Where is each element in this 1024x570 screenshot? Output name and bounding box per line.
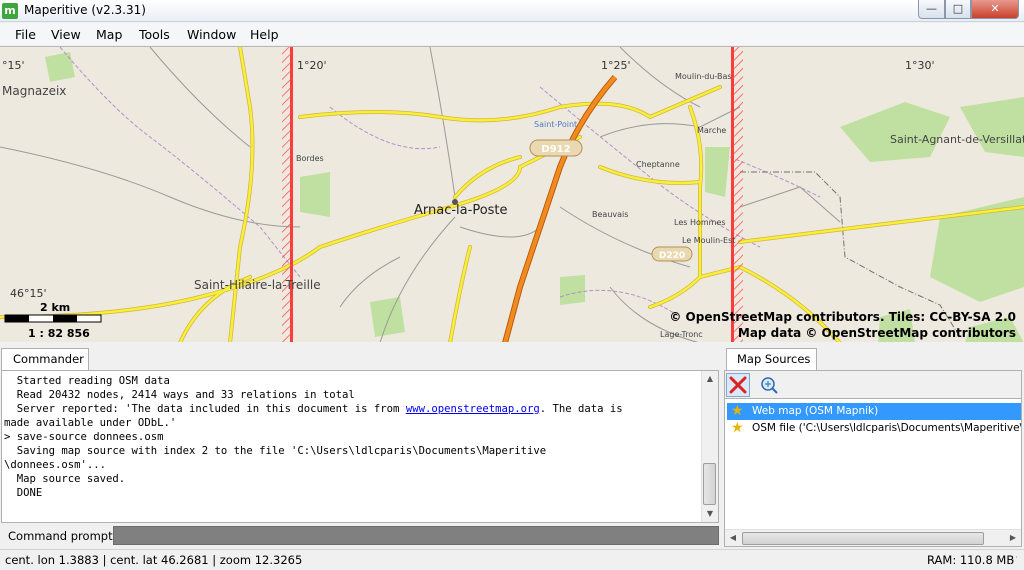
menu-window[interactable]: Window [187, 27, 236, 42]
scroll-right-icon[interactable]: ▶ [1005, 530, 1021, 546]
map-view[interactable]: D912 D220 °15' 1°20' 1°25' 1°30' 46°15' … [0, 46, 1024, 342]
place-magnazeix: Magnazeix [2, 84, 66, 98]
tab-map-sources[interactable]: Map Sources [726, 348, 817, 370]
place-saint-point: Saint-Point [534, 120, 577, 129]
list-item[interactable]: ★ OSM file ('C:\Users\ldlcparis\Documents… [727, 420, 1021, 437]
coord-15: °15' [2, 59, 25, 72]
menu-view[interactable]: View [51, 27, 81, 42]
delete-icon [729, 376, 747, 394]
star-icon: ★ [731, 403, 744, 419]
svg-text:2 km: 2 km [40, 301, 70, 314]
console-scroll-thumb[interactable] [703, 463, 716, 505]
place-saint-hilaire: Saint-Hilaire-la-Treille [194, 278, 321, 292]
place-arnac: Arnac-la-Poste [414, 203, 508, 218]
title-bar: m Maperitive (v2.3.31) — □ ✕ [0, 0, 1024, 22]
map-canvas: D912 D220 °15' 1°20' 1°25' 1°30' 46°15' … [0, 47, 1024, 342]
status-coordinates: cent. lon 1.3883 | cent. lat 46.2681 | z… [5, 553, 303, 567]
coord-4615: 46°15' [10, 287, 47, 300]
attribution-line2: Map data © OpenStreetMap contributors [738, 326, 1016, 340]
console-scrollbar[interactable]: ▲ ▼ [701, 371, 718, 522]
place-le-moulin: Le Moulin-Est [682, 236, 735, 245]
menu-bar: File View Map Tools Window Help [0, 23, 1024, 45]
minimize-button[interactable]: — [918, 0, 945, 19]
menu-tools[interactable]: Tools [139, 27, 170, 42]
sources-hscrollbar[interactable]: ◀ ▶ [725, 529, 1021, 546]
console-output[interactable]: Started reading OSM data Read 20432 node… [1, 370, 719, 523]
command-prompt-label: Command prompt: [8, 529, 117, 543]
secondary-roads [0, 47, 1024, 342]
menu-help[interactable]: Help [250, 27, 279, 42]
close-button[interactable]: ✕ [971, 0, 1019, 19]
star-icon: ★ [731, 420, 744, 436]
menu-file[interactable]: File [15, 27, 36, 42]
scroll-down-icon[interactable]: ▼ [702, 506, 718, 522]
attribution-line1: © OpenStreetMap contributors. Tiles: CC-… [669, 310, 1016, 324]
coord-125: 1°25' [601, 59, 631, 72]
place-lage: Lage-Tronc [660, 330, 703, 339]
zoom-to-source-button[interactable] [756, 373, 780, 397]
list-item[interactable]: ★ Web map (OSM Mapnik) [727, 403, 1021, 420]
menu-map[interactable]: Map [96, 27, 122, 42]
place-saint-agnant: Saint-Agnant-de-Versillat [890, 133, 1024, 146]
delete-source-button[interactable] [726, 373, 750, 397]
tab-commander[interactable]: Commander [1, 348, 89, 370]
maximize-button[interactable]: □ [945, 0, 971, 19]
road-label-d220: D220 [659, 251, 685, 261]
status-bar: cent. lon 1.3883 | cent. lat 46.2681 | z… [0, 549, 1024, 570]
window-title: Maperitive (v2.3.31) [24, 3, 146, 17]
place-marche: Marche [697, 126, 726, 135]
scale-bar: 2 km 1 : 82 856 [4, 301, 102, 340]
scroll-left-icon[interactable]: ◀ [725, 530, 741, 546]
place-les-hommes: Les Hommes [674, 218, 726, 227]
console-text: Started reading OSM data Read 20432 node… [4, 375, 623, 499]
app-icon: m [2, 3, 18, 19]
map-attribution: © OpenStreetMap contributors. Tiles: CC-… [669, 310, 1016, 340]
osm-link[interactable]: www.openstreetmap.org [406, 403, 540, 415]
zoom-extent-icon [761, 377, 778, 394]
command-prompt-input[interactable] [113, 526, 719, 545]
place-moulin-bas: Moulin-du-Bas [675, 72, 732, 81]
secondary-roads-fill [0, 47, 1024, 342]
sources-scroll-thumb[interactable] [742, 532, 984, 545]
road-label-d912: D912 [541, 144, 570, 155]
svg-text:1 : 82 856: 1 : 82 856 [28, 327, 90, 340]
sources-list[interactable]: ★ Web map (OSM Mapnik) ★ OSM file ('C:\Use… [724, 398, 1022, 547]
place-beauvais: Beauvais [592, 210, 628, 219]
place-bordes: Bordes [296, 154, 324, 163]
sources-toolbar [724, 370, 1022, 398]
coord-120: 1°20' [297, 59, 327, 72]
scroll-up-icon[interactable]: ▲ [702, 371, 718, 387]
status-ram: RAM: 110.8 MB [927, 553, 1015, 567]
coord-130: 1°30' [905, 59, 935, 72]
place-cheptanne: Cheptanne [636, 160, 680, 169]
resize-grip-icon[interactable]: ⋰ [1009, 556, 1021, 568]
